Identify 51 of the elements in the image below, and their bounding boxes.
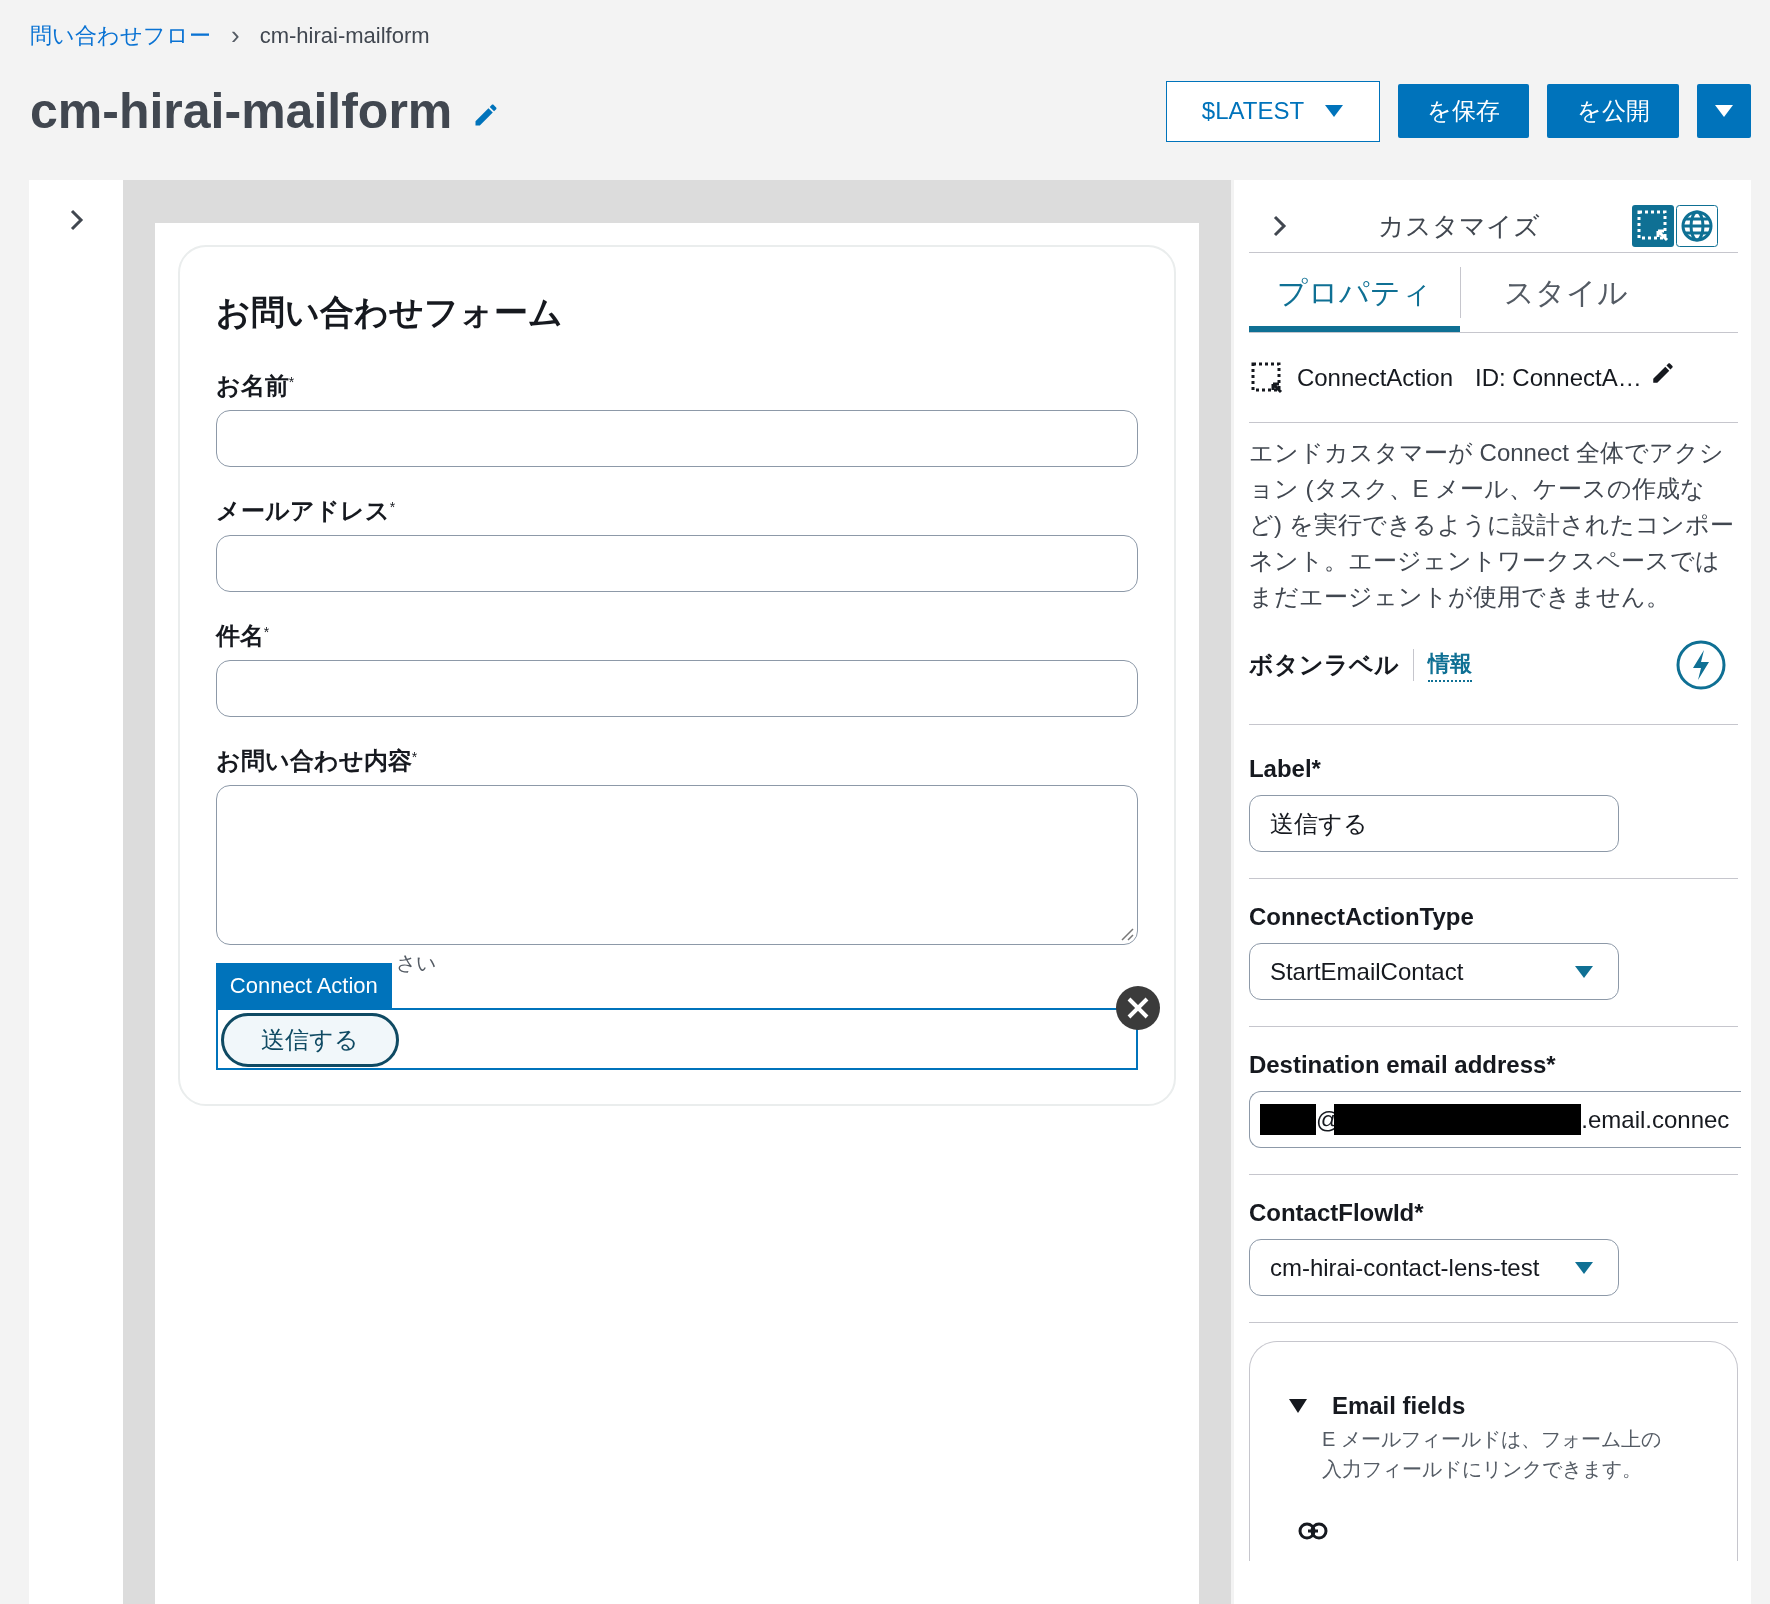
property-label: ContactFlowId* [1248, 1198, 1425, 1228]
version-dropdown[interactable]: $LATEST [1166, 80, 1380, 142]
input-field[interactable] [215, 660, 1138, 717]
component-type: ConnectAction [1296, 362, 1453, 393]
panel-tab[interactable]: プロパティ [1248, 253, 1460, 332]
field-label: メールアドレス$^{*}$ [215, 496, 397, 526]
input-field[interactable] [215, 410, 1138, 467]
resize-handle-icon[interactable] [1119, 927, 1134, 941]
submit-button[interactable]: 送信する [220, 1013, 399, 1067]
select-icon[interactable] [1632, 205, 1674, 247]
field-label: お問い合わせ内容$^{*}$ [215, 746, 419, 776]
label-input[interactable]: 送信する [1248, 795, 1619, 852]
link-icon[interactable] [1297, 1522, 1328, 1540]
form-title: お問い合わせフォーム [215, 292, 564, 333]
field-label: 件名$^{*}$ [215, 621, 271, 651]
save-button[interactable]: を保存 [1398, 84, 1529, 138]
breadcrumb-link[interactable]: 問い合わせフロー [30, 18, 211, 52]
breadcrumb-current: cm-hirai-mailform [259, 21, 430, 50]
collapse-triangle-icon[interactable] [1287, 1398, 1308, 1414]
panel-title: カスタマイズ [1377, 209, 1542, 243]
field-label: お名前$^{*}$ [215, 371, 296, 401]
info-link[interactable]: 情報 [1427, 647, 1472, 682]
field-hint: さい [395, 951, 436, 975]
caret-icon [1324, 104, 1345, 118]
caret-icon [1573, 964, 1594, 979]
more-button[interactable] [1697, 84, 1751, 138]
input-field[interactable] [215, 535, 1138, 592]
select-icon [1250, 361, 1283, 394]
close-icon[interactable] [1114, 985, 1161, 1031]
email-fields-title: Email fields [1331, 1391, 1466, 1421]
textarea-field[interactable] [215, 785, 1138, 945]
component-id: ID: ConnectA… [1475, 362, 1642, 393]
panel-tab[interactable]: スタイル [1460, 253, 1672, 332]
caret-icon [1573, 1260, 1594, 1275]
lightning-icon[interactable] [1676, 639, 1726, 690]
globe-icon[interactable] [1676, 205, 1718, 247]
select-dropdown[interactable]: StartEmailContact [1248, 943, 1619, 1000]
property-label: Label* [1248, 754, 1322, 784]
page-title: cm-hirai-mailform [30, 81, 453, 141]
property-label: Destination email address* [1248, 1050, 1557, 1080]
section-title: ボタンラベル [1248, 649, 1399, 680]
email-text: .email.connec [1581, 1104, 1730, 1135]
caret-icon [1714, 104, 1734, 118]
component-tag: Connect Action [215, 963, 392, 1008]
email-fields-description: E メールフィールドは、フォーム上の 入力フィールドにリンクできます。 [1321, 1427, 1662, 1482]
property-label: ConnectActionType [1248, 902, 1475, 932]
publish-button[interactable]: を公開 [1547, 84, 1679, 138]
select-dropdown[interactable]: cm-hirai-contact-lens-test [1248, 1239, 1619, 1296]
component-description: エンドカスタマーが Connect 全体でアクション (タスク、E メール、ケースの作成など) を実行できるように設計されたコンポーネント。エージェントワークスペースではまだエージェントが使用できません。 [1248, 438, 1735, 612]
breadcrumb-separator: › [231, 18, 240, 52]
redaction-bar [1259, 1104, 1316, 1135]
